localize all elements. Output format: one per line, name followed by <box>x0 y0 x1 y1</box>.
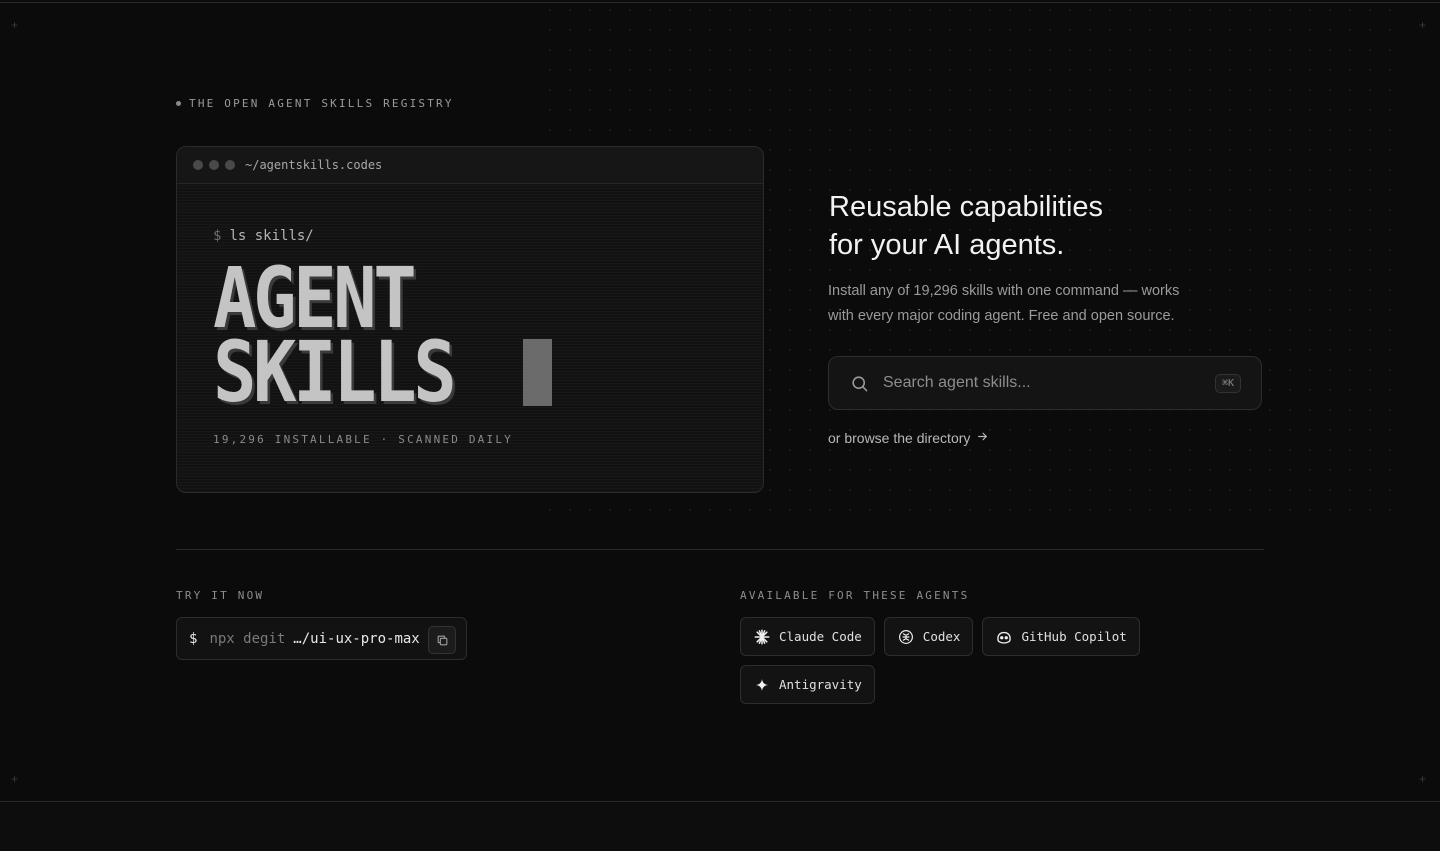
agents-list: Claude Code Codex GitHub Copilot Antigra… <box>740 617 1160 704</box>
terminal-prompt: $ ls skills/ <box>213 228 314 244</box>
agent-name: Codex <box>922 629 961 644</box>
section-divider <box>176 549 1264 550</box>
search-box[interactable]: ⌘K <box>828 356 1262 410</box>
agent-name: Claude Code <box>779 629 862 644</box>
copy-icon <box>437 635 447 645</box>
headline-line-2: for your AI agents. <box>829 229 1065 261</box>
terminal-window: ~/agentskills.codes $ ls skills/ AGENT SK… <box>176 146 764 493</box>
claude-icon <box>754 629 770 644</box>
install-command-box: $ npx degit …/ui-ux-pro-max <box>176 617 467 660</box>
window-control-minimize-icon <box>209 160 219 170</box>
headline-line-1: Reusable capabilities <box>829 191 1104 223</box>
search-icon <box>849 373 869 393</box>
corner-plus-icon: + <box>11 772 19 786</box>
hero-subtitle: Install any of 19,296 skills with one co… <box>828 279 1228 329</box>
terminal-titlebar: ~/agentskills.codes <box>177 147 763 184</box>
sparkle-icon <box>756 678 768 691</box>
hero-headline: Reusable capabilities for your AI agents… <box>829 188 1103 264</box>
eyebrow: THE OPEN AGENT SKILLS REGISTRY <box>176 97 454 110</box>
shortcut-badge: ⌘K <box>1214 373 1241 393</box>
terminal-cursor <box>523 339 552 406</box>
agents-label: AVAILABLE FOR THESE AGENTS <box>740 589 970 602</box>
window-control-maximize-icon <box>225 160 235 170</box>
corner-plus-icon: + <box>11 18 19 32</box>
title-line-skills: SKILLS <box>213 323 457 421</box>
eyebrow-label: THE OPEN AGENT SKILLS REGISTRY <box>189 97 454 110</box>
agent-chip-codex[interactable]: Codex <box>883 617 974 656</box>
arrow-right-icon <box>976 430 989 446</box>
terminal-path: ~/agentskills.codes <box>245 158 383 172</box>
terminal-body: $ ls skills/ AGENT SKILLS 19,296 INSTALLA… <box>177 184 763 492</box>
status-dot-icon <box>176 101 181 106</box>
corner-plus-icon: + <box>1419 772 1427 786</box>
copilot-icon <box>997 631 1012 644</box>
browse-label: or browse the directory <box>828 430 971 446</box>
terminal-command: ls skills/ <box>229 228 314 244</box>
agent-chip-github-copilot[interactable]: GitHub Copilot <box>982 617 1140 656</box>
agent-chip-claude-code[interactable]: Claude Code <box>740 617 875 656</box>
command-target: …/ui-ux-pro-max <box>293 630 420 647</box>
try-it-label: TRY IT NOW <box>176 589 265 602</box>
subtitle-line-2: with every major coding agent. Free and … <box>828 308 1175 324</box>
agent-name: GitHub Copilot <box>1021 629 1127 644</box>
copy-button[interactable] <box>428 626 456 654</box>
command-prefix: npx degit <box>209 630 286 647</box>
command-prompt-symbol: $ <box>189 630 198 647</box>
window-control-close-icon <box>193 160 203 170</box>
footer-band <box>0 802 1440 851</box>
agent-name: Antigravity <box>779 677 862 692</box>
prompt-symbol: $ <box>213 228 222 244</box>
agent-chip-antigravity[interactable]: Antigravity <box>740 665 875 704</box>
corner-plus-icon: + <box>1419 18 1427 32</box>
openai-icon <box>898 629 913 644</box>
search-input[interactable] <box>881 373 1215 393</box>
browse-directory-link[interactable]: or browse the directory <box>828 430 989 446</box>
subtitle-line-1: Install any of 19,296 skills with one co… <box>828 283 1180 299</box>
terminal-stats: 19,296 INSTALLABLE · SCANNED DAILY <box>213 433 513 446</box>
